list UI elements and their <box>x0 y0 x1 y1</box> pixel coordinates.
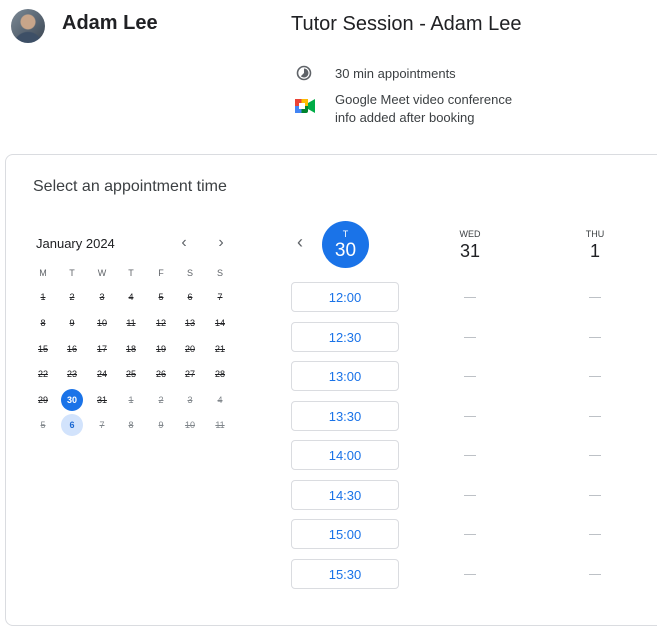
day-date: 31 <box>459 241 481 261</box>
weekday-label: S <box>186 268 193 278</box>
day-of-week: WED <box>459 229 481 239</box>
next-month-button[interactable]: › <box>210 232 232 254</box>
unavailable-dash-wed <box>464 534 476 535</box>
conference-info: Google Meet video conference info added … <box>335 91 512 127</box>
calendar-day: 7 <box>99 420 105 430</box>
host-name: Adam Lee <box>62 12 158 34</box>
calendar-day: 1 <box>40 292 46 302</box>
weekday-label: W <box>97 268 107 278</box>
time-slot-button[interactable]: 15:00 <box>291 519 399 549</box>
day-date: 1 <box>589 241 600 261</box>
unavailable-dash-thu <box>589 455 601 456</box>
calendar-day: 8 <box>40 318 46 328</box>
mini-calendar-month: January 2024 <box>36 236 115 251</box>
time-slot-button[interactable]: 12:00 <box>291 282 399 312</box>
weekday-label: S <box>216 268 223 278</box>
calendar-day: 9 <box>158 420 164 430</box>
weekday-label: M <box>39 268 47 278</box>
duration-text: 30 min appointments <box>335 66 456 81</box>
previous-week-button[interactable]: ‹ <box>289 231 311 253</box>
host-avatar <box>11 9 45 43</box>
calendar-day: 4 <box>128 292 134 302</box>
calendar-day: 11 <box>126 318 136 328</box>
calendar-day: 21 <box>214 344 225 354</box>
chevron-right-icon: › <box>218 234 224 251</box>
calendar-day: 3 <box>99 292 105 302</box>
day-header-wed: WED 31 <box>440 229 500 262</box>
calendar-day: 4 <box>217 395 223 405</box>
unavailable-dash-wed <box>464 415 476 417</box>
calendar-day: 29 <box>37 395 48 405</box>
calendar-day: 6 <box>187 292 193 302</box>
calendar-day: 14 <box>214 318 225 328</box>
unavailable-dash-thu <box>589 415 601 417</box>
day-date: 30 <box>334 240 357 261</box>
unavailable-dash-thu <box>589 376 601 377</box>
unavailable-dash-wed <box>464 494 476 496</box>
day-of-week: THU <box>585 229 605 239</box>
previous-month-button[interactable]: ‹ <box>173 232 195 254</box>
clock-icon <box>296 65 312 81</box>
conference-line-1: Google Meet video conference <box>335 92 513 107</box>
calendar-day: 12 <box>155 318 166 328</box>
calendar-day: 27 <box>184 369 195 379</box>
calendar-day: 5 <box>158 292 164 302</box>
conference-line-2: info added after booking <box>335 110 475 125</box>
google-meet-icon <box>295 99 315 113</box>
time-slot-button[interactable]: 12:30 <box>291 321 399 352</box>
time-slot-button[interactable]: 13:30 <box>291 400 399 431</box>
calendar-day: 1 <box>128 395 134 405</box>
calendar-day: 17 <box>96 344 107 354</box>
unavailable-dash-wed <box>464 376 476 377</box>
unavailable-dash-wed <box>464 297 476 298</box>
calendar-day: 23 <box>66 369 77 379</box>
calendar-day: 22 <box>37 369 48 379</box>
unavailable-dash-thu <box>589 494 601 496</box>
calendar-day: 2 <box>158 395 164 405</box>
unavailable-dash-thu <box>589 336 601 338</box>
weekday-label: T <box>69 268 75 278</box>
calendar-day: 20 <box>184 344 195 354</box>
calendar-day: 18 <box>125 344 136 354</box>
calendar-day-selected[interactable]: 30 <box>61 389 83 411</box>
chevron-left-icon: ‹ <box>181 234 187 251</box>
calendar-day: 25 <box>125 369 136 379</box>
unavailable-dash-thu <box>589 534 601 535</box>
calendar-day: 16 <box>66 344 77 354</box>
unavailable-dash-wed <box>464 573 476 575</box>
calendar-day: 5 <box>40 420 46 430</box>
calendar-day: 9 <box>69 318 75 328</box>
chevron-left-icon: ‹ <box>297 231 303 252</box>
calendar-day: 11 <box>215 420 225 430</box>
time-slot-button[interactable]: 14:00 <box>291 440 399 470</box>
calendar-day: 3 <box>187 395 193 405</box>
calendar-day: 13 <box>184 318 195 328</box>
calendar-day: 2 <box>69 292 75 302</box>
calendar-day: 15 <box>37 344 48 354</box>
calendar-day: 31 <box>96 395 107 405</box>
selected-day-header: T 30 <box>322 221 369 268</box>
time-slot-button[interactable]: 14:30 <box>291 479 399 510</box>
event-title: Tutor Session - Adam Lee <box>291 13 522 35</box>
day-header-thu: THU 1 <box>565 229 625 262</box>
time-slot-button[interactable]: 15:30 <box>291 558 399 589</box>
calendar-day: 8 <box>128 420 134 430</box>
unavailable-dash-thu <box>589 297 601 298</box>
card-heading: Select an appointment time <box>33 178 227 195</box>
calendar-day-available[interactable]: 6 <box>61 414 83 436</box>
calendar-day: 19 <box>155 344 166 354</box>
calendar-day: 28 <box>214 369 225 379</box>
calendar-day: 10 <box>96 318 107 328</box>
unavailable-dash-wed <box>464 336 476 338</box>
unavailable-dash-thu <box>589 573 601 575</box>
day-of-week: T <box>342 229 349 239</box>
calendar-day: 24 <box>96 369 107 379</box>
weekday-label: F <box>158 268 164 278</box>
weekday-label: T <box>128 268 134 278</box>
unavailable-dash-wed <box>464 455 476 456</box>
calendar-day: 10 <box>184 420 195 430</box>
calendar-day: 26 <box>155 369 166 379</box>
time-slot-button[interactable]: 13:00 <box>291 361 399 391</box>
calendar-day: 7 <box>217 292 223 302</box>
